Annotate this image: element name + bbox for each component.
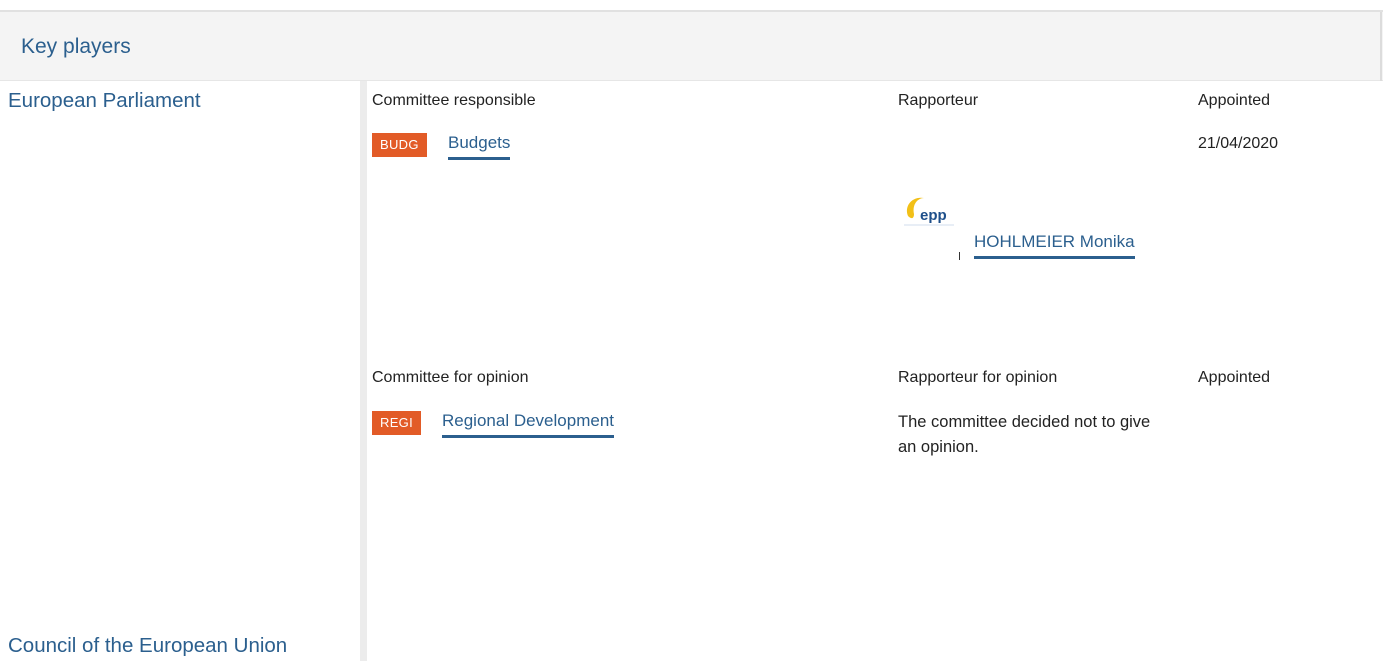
opinion-status-text: The committee decided not to give an opi… bbox=[898, 413, 1151, 456]
section-title: Key players bbox=[21, 35, 131, 58]
committee-badge-regi: REGI bbox=[372, 411, 421, 435]
header-rapporteur: Rapporteur bbox=[898, 92, 979, 109]
committee-link-budgets[interactable]: Budgets bbox=[448, 133, 511, 160]
rapporteur-link-hohlmeier[interactable]: HOHLMEIER Monika bbox=[974, 232, 1135, 259]
header-appointed: Appointed bbox=[1198, 92, 1271, 109]
committee-badge-budg: BUDG bbox=[372, 133, 427, 157]
epp-logo-icon: epp bbox=[898, 188, 962, 248]
logo-divider bbox=[959, 252, 960, 260]
institution-european-parliament[interactable]: European Parliament bbox=[8, 89, 201, 113]
institution-council[interactable]: Council of the European Union bbox=[8, 634, 287, 658]
column-divider bbox=[360, 81, 367, 661]
header-rapporteur-opinion: Rapporteur for opinion bbox=[898, 369, 1058, 386]
header-right-border bbox=[1380, 12, 1382, 81]
committee-link-regional-development[interactable]: Regional Development bbox=[442, 411, 614, 438]
section-header: Key players bbox=[0, 12, 1383, 81]
header-committee-opinion: Committee for opinion bbox=[372, 369, 529, 386]
header-appointed-opinion: Appointed bbox=[1198, 369, 1271, 386]
header-committee-responsible: Committee responsible bbox=[372, 92, 536, 109]
svg-text:epp: epp bbox=[920, 207, 947, 224]
appointed-date: 21/04/2020 bbox=[1198, 135, 1279, 152]
